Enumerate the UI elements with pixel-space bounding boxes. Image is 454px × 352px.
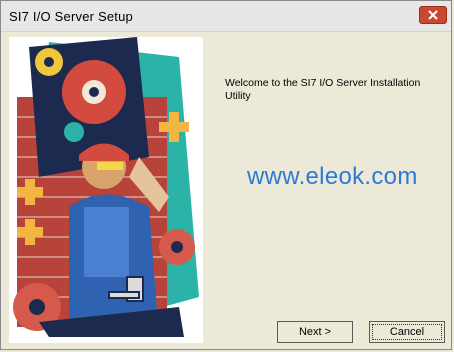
illustration-panel — [9, 37, 203, 343]
next-button[interactable]: Next > — [277, 321, 353, 343]
welcome-message: Welcome to the SI7 I/O Server Installati… — [225, 77, 421, 102]
setup-illustration — [13, 37, 199, 337]
watermark-text: www.eleok.com — [247, 163, 418, 190]
window-title: SI7 I/O Server Setup — [9, 9, 133, 24]
title-bar: SI7 I/O Server Setup — [1, 1, 451, 32]
close-button[interactable] — [419, 6, 447, 24]
cancel-button[interactable]: Cancel — [369, 321, 445, 343]
setup-window: SI7 I/O Server Setup Welcome to the SI7 … — [0, 0, 452, 350]
close-icon — [428, 10, 438, 20]
